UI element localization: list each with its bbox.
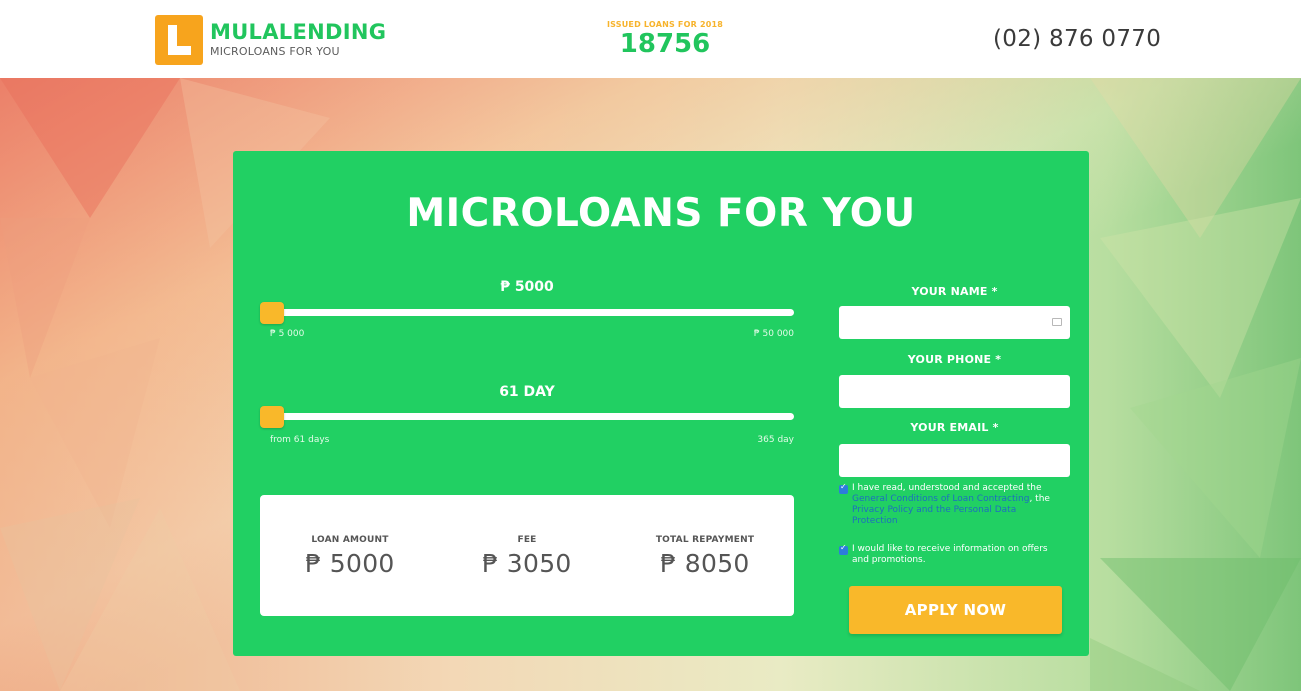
issued-loans-label: ISSUED LOANS FOR 2018 (606, 20, 724, 29)
email-field-label: YOUR EMAIL * (910, 421, 999, 434)
site-header: MULALENDING MICROLOANS FOR YOU ISSUED LO… (0, 0, 1301, 78)
issued-loans-count: 18756 (619, 29, 711, 59)
promo-checkbox[interactable] (839, 543, 848, 555)
phone-field-label: YOUR PHONE * (907, 353, 1002, 366)
loan-amount-summary: LOAN AMOUNT ₱ 5000 (270, 535, 430, 578)
days-value-label: 61 DAY (499, 384, 555, 400)
total-repayment-summary: TOTAL REPAYMENT ₱ 8050 (625, 535, 785, 578)
days-max-label: 365 day (757, 435, 794, 445)
logo-text: MULALENDING MICROLOANS FOR YOU (210, 20, 386, 60)
promo-consent-row: I would like to receive information on o… (839, 543, 1059, 566)
brand-tagline: MICROLOANS FOR YOU (210, 45, 340, 58)
card-title: MICROLOANS FOR YOU (406, 191, 916, 236)
terms-checkbox[interactable] (839, 482, 848, 494)
loan-calculator-card: MICROLOANS FOR YOU ₱ 5000 ₱ 5 000 ₱ 50 0… (233, 151, 1089, 656)
terms-consent-row: I have read, understood and accepted the… (839, 482, 1059, 527)
consent-mid: , the (1029, 494, 1050, 504)
fee-summary: FEE ₱ 3050 (447, 535, 607, 578)
amount-slider-track[interactable] (260, 309, 794, 316)
fee-value: ₱ 3050 (482, 549, 572, 578)
general-conditions-link[interactable]: General Conditions of Loan Contracting (852, 494, 1029, 504)
days-slider-handle[interactable] (260, 406, 284, 428)
consent-prefix: I have read, understood and accepted the (852, 483, 1042, 493)
email-input[interactable] (839, 444, 1070, 477)
loan-amount-value: ₱ 5000 (305, 549, 395, 578)
days-slider-track[interactable] (260, 413, 794, 420)
promo-consent-text: I would like to receive information on o… (852, 544, 1048, 565)
logo[interactable]: MULALENDING MICROLOANS FOR YOU (155, 15, 386, 65)
logo-l-icon (155, 15, 203, 65)
amount-max-label: ₱ 50 000 (753, 329, 794, 339)
total-repayment-value: ₱ 8050 (660, 549, 750, 578)
phone-input[interactable] (839, 375, 1070, 408)
brand-name: MULALENDING (210, 20, 387, 44)
amount-value-label: ₱ 5000 (500, 279, 554, 295)
amount-min-label: ₱ 5 000 (270, 329, 305, 339)
loan-amount-label: LOAN AMOUNT (311, 535, 389, 545)
contact-card-icon (1052, 318, 1062, 326)
loan-summary-box: LOAN AMOUNT ₱ 5000 FEE ₱ 3050 TOTAL REPA… (260, 495, 794, 616)
phone-number[interactable]: (02) 876 0770 (993, 26, 1161, 52)
terms-consent-text: I have read, understood and accepted the… (852, 483, 1059, 527)
privacy-policy-link[interactable]: Privacy Policy and the Personal Data Pro… (852, 505, 1016, 526)
apply-now-button[interactable]: APPLY NOW (849, 586, 1062, 634)
name-field-label: YOUR NAME * (911, 285, 998, 298)
days-min-label: from 61 days (270, 435, 330, 445)
amount-slider-handle[interactable] (260, 302, 284, 324)
total-repayment-label: TOTAL REPAYMENT (655, 535, 755, 545)
name-input[interactable] (839, 306, 1070, 339)
issued-loans-counter: ISSUED LOANS FOR 2018 18756 (540, 20, 790, 59)
fee-label: FEE (517, 535, 537, 545)
